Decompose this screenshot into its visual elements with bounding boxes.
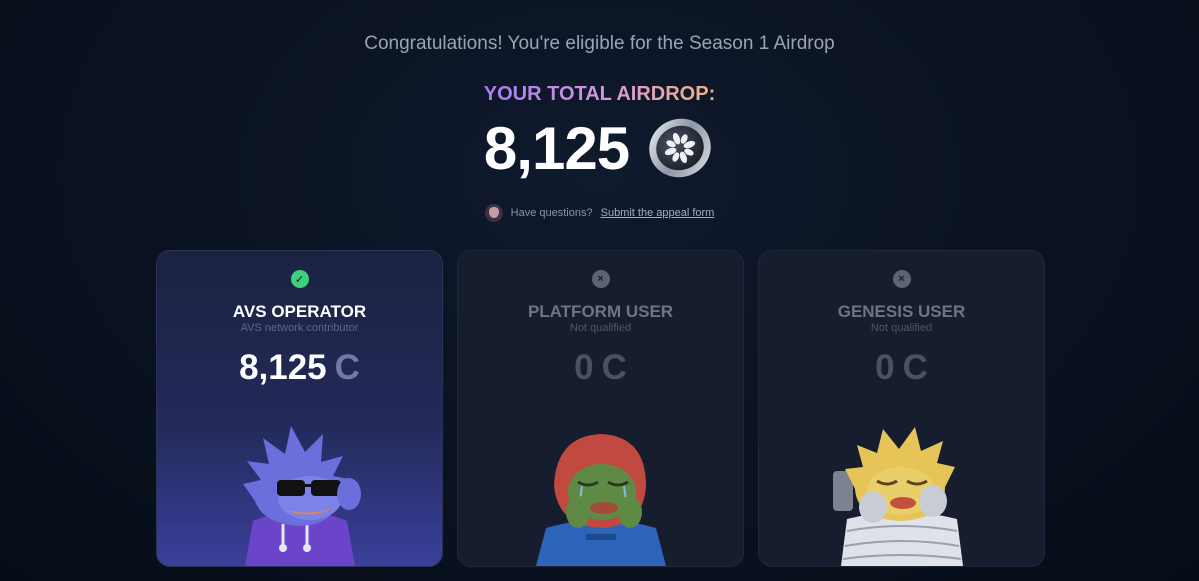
help-row: Have questions? Submit the appeal form — [0, 204, 1199, 222]
card-title: AVS OPERATOR — [232, 302, 367, 321]
card-avs-operator: ✓ AVS OPERATOR AVS network contributor 8… — [156, 250, 443, 567]
card-currency: C — [601, 348, 627, 387]
help-question-text: Have questions? — [510, 207, 593, 219]
sunglasses-mascot-icon — [242, 426, 361, 566]
card-subtitle: Not qualified — [569, 322, 632, 334]
card-platform-user: × PLATFORM USER Not qualified 0 C — [457, 250, 744, 567]
card-amount-row: 8,125 C — [157, 348, 442, 388]
card-amount: 0 — [875, 348, 895, 387]
congrats-message: Congratulations! You're eligible for the… — [364, 33, 835, 54]
total-airdrop-row: 8,125 — [0, 113, 1199, 183]
crying-mascot-spacesuit-icon — [832, 427, 963, 566]
card-title: GENESIS USER — [837, 302, 966, 321]
support-avatar-icon — [484, 204, 503, 222]
total-airdrop-label-text: YOUR TOTAL AIRDROP: — [483, 83, 716, 105]
appeal-form-link[interactable]: Submit the appeal form — [601, 207, 715, 219]
card-amount: 8,125 — [239, 348, 327, 387]
card-subtitle: Not qualified — [870, 322, 933, 334]
x-icon: × — [892, 270, 911, 288]
card-currency: C — [334, 348, 360, 387]
token-coin-icon — [649, 118, 711, 178]
total-airdrop-label: YOUR TOTAL AIRDROP: — [0, 83, 1199, 106]
card-amount-row: 0 C — [759, 348, 1044, 388]
card-amount: 0 — [574, 348, 594, 387]
x-icon: × — [591, 270, 610, 288]
card-amount-row: 0 C — [458, 348, 743, 388]
card-title: PLATFORM USER — [527, 302, 674, 321]
card-genesis-user: × GENESIS USER Not qualified 0 C — [758, 250, 1045, 567]
crying-mascot-icon — [535, 434, 666, 566]
card-currency: C — [902, 348, 928, 387]
check-icon: ✓ — [290, 270, 309, 288]
card-subtitle: AVS network contributor — [240, 322, 359, 334]
total-airdrop-amount: 8,125 — [483, 114, 630, 182]
